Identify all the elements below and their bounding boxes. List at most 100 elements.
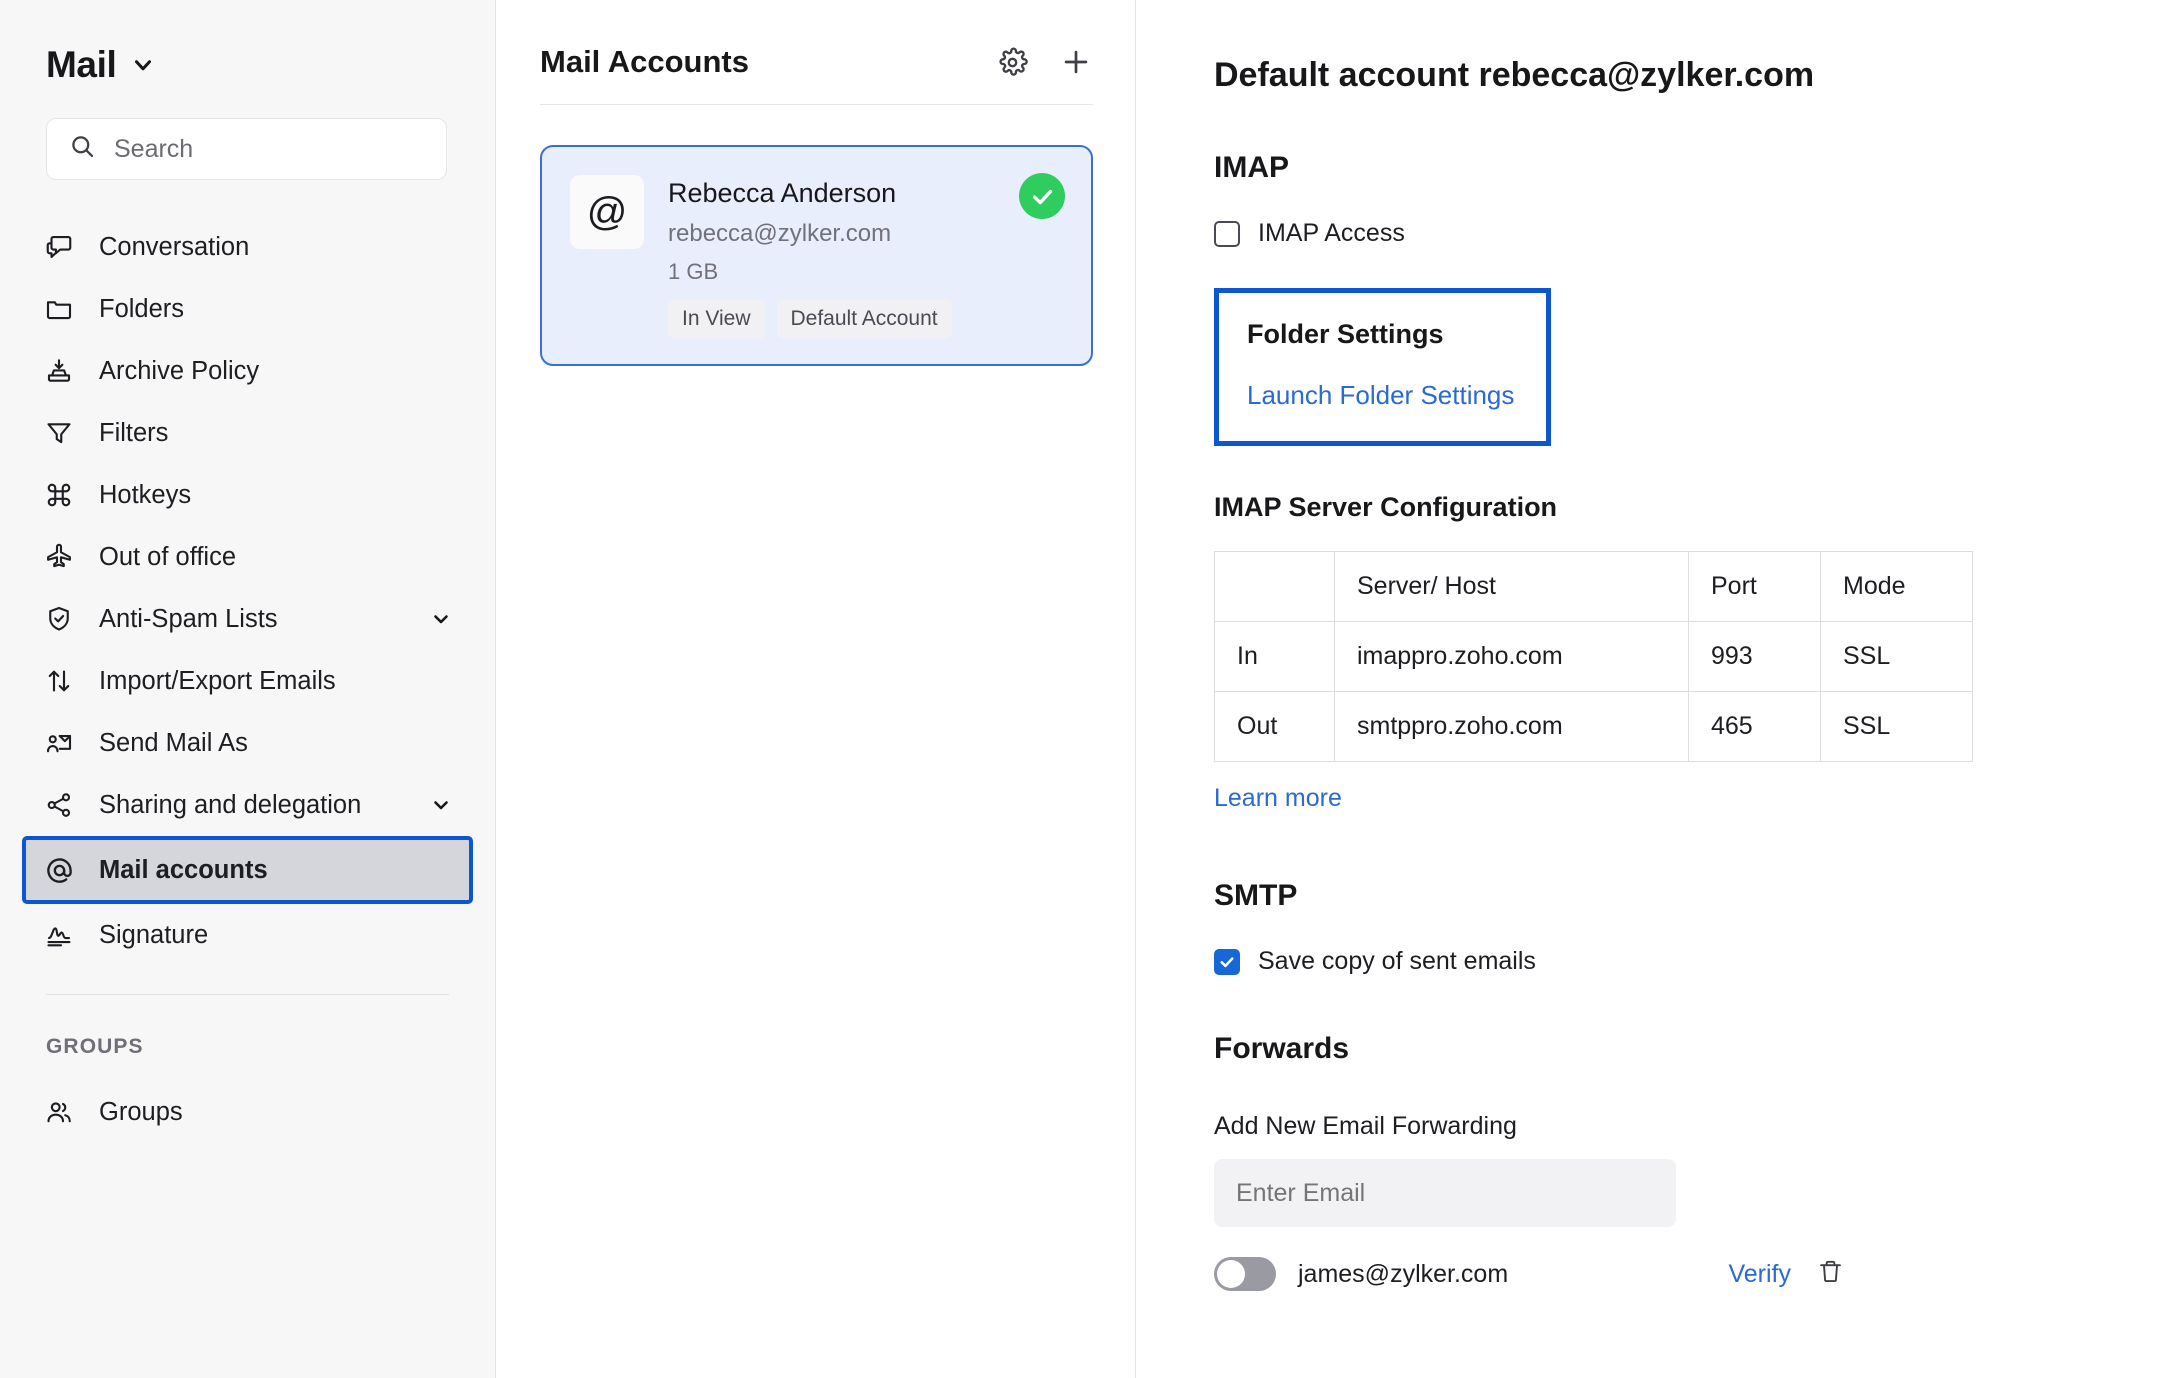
verify-link[interactable]: Verify <box>1728 1260 1791 1289</box>
folder-icon <box>44 294 82 324</box>
sidebar-item-label: Conversation <box>99 232 250 261</box>
save-copy-row[interactable]: Save copy of sent emails <box>1214 947 2126 976</box>
cell-mode: SSL <box>1820 621 1973 692</box>
sidebar-item-label: Groups <box>99 1097 183 1126</box>
account-badges: In View Default Account <box>668 299 1065 338</box>
sidebar-nav-groups: Groups <box>0 1059 495 1143</box>
sidebar-item-label: Sharing and delegation <box>99 790 362 819</box>
at-sign-icon <box>44 855 82 886</box>
sidebar-item-sharing-and-delegation[interactable]: Sharing and delegation <box>22 774 473 836</box>
funnel-icon <box>44 418 82 448</box>
sidebar-item-send-mail-as[interactable]: Send Mail As <box>22 712 473 774</box>
save-copy-checkbox[interactable] <box>1214 948 1240 975</box>
sidebar-item-filters[interactable]: Filters <box>22 402 473 464</box>
column-header: Server/ Host <box>1334 551 1689 622</box>
account-name: Rebecca Anderson <box>668 178 897 208</box>
table-row: In imappro.zoho.com 993 SSL <box>1214 621 1973 692</box>
forwarding-actions: Verify <box>1728 1258 1844 1290</box>
folder-settings-title: Folder Settings <box>1247 319 1444 349</box>
sidebar-item-folders[interactable]: Folders <box>22 278 473 340</box>
check-circle-icon <box>1019 173 1065 219</box>
search-input[interactable]: Search <box>46 118 447 180</box>
sidebar-item-mail-accounts[interactable]: Mail accounts <box>22 836 473 904</box>
sidebar-item-signature[interactable]: Signature <box>22 904 473 966</box>
forwarding-address: james@zylker.com <box>1298 1259 1509 1288</box>
folder-settings-box: Folder Settings Launch Folder Settings <box>1214 288 1552 446</box>
forwarding-toggle[interactable] <box>1214 1257 1276 1291</box>
imap-access-row[interactable]: IMAP Access <box>1214 219 2126 248</box>
account-details: Rebecca Anderson rebecca@zylker.com 1 GB… <box>668 175 1065 338</box>
panel-divider <box>540 104 1093 105</box>
cell-port: 465 <box>1688 691 1821 762</box>
people-icon <box>44 1097 82 1127</box>
imap-access-checkbox[interactable] <box>1214 220 1240 247</box>
search-icon <box>69 133 96 165</box>
shield-check-icon <box>44 604 82 634</box>
status-badge: In View <box>668 299 765 338</box>
airplane-icon <box>44 542 82 572</box>
account-email: rebecca@zylker.com <box>668 219 892 247</box>
launch-folder-settings-link[interactable]: Launch Folder Settings <box>1247 380 1514 411</box>
sidebar-item-archive-policy[interactable]: Archive Policy <box>22 340 473 402</box>
sidebar-item-label: Signature <box>99 920 209 949</box>
sidebar-section-groups-header: GROUPS <box>46 1035 144 1058</box>
sidebar-item-label: Anti-Spam Lists <box>99 604 278 633</box>
panel-actions <box>996 45 1093 79</box>
person-envelope-icon <box>44 728 82 758</box>
save-copy-label: Save copy of sent emails <box>1258 947 1536 975</box>
archive-inbox-icon <box>44 356 82 386</box>
sidebar-item-out-of-office[interactable]: Out of office <box>22 526 473 588</box>
account-settings-panel: Default account rebecca@zylker.com IMAP … <box>1136 0 2182 1378</box>
share-nodes-icon <box>44 790 82 820</box>
sidebar-item-label: Folders <box>99 294 185 323</box>
sidebar-item-label: Out of office <box>99 542 237 571</box>
column-header <box>1214 551 1335 622</box>
chevron-down-icon[interactable] <box>429 607 453 631</box>
cell-direction: In <box>1214 621 1335 692</box>
sidebar: Mail Search Conversation Folders Archive… <box>0 0 496 1378</box>
chevron-down-icon[interactable] <box>429 793 453 817</box>
imap-access-label: IMAP Access <box>1258 219 1405 247</box>
imap-section-heading: IMAP <box>1214 151 1289 184</box>
forwarding-email-input[interactable] <box>1214 1159 1676 1227</box>
column-header: Mode <box>1820 551 1973 622</box>
sidebar-item-label: Filters <box>99 418 169 447</box>
column-header: Port <box>1688 551 1821 622</box>
sidebar-item-label: Import/Export Emails <box>99 666 336 695</box>
learn-more-link[interactable]: Learn more <box>1214 784 2126 813</box>
cell-host: imappro.zoho.com <box>1334 621 1689 692</box>
sidebar-item-groups[interactable]: Groups <box>22 1081 473 1143</box>
plus-icon[interactable] <box>1059 45 1093 79</box>
sidebar-item-label: Send Mail As <box>99 728 248 757</box>
mail-accounts-header: Mail Accounts <box>496 0 1135 80</box>
sidebar-item-label: Mail accounts <box>99 855 268 884</box>
sidebar-item-import-export-emails[interactable]: Import/Export Emails <box>22 650 473 712</box>
mail-accounts-panel: Mail Accounts @ Rebecca Anderson rebecca… <box>496 0 1136 1378</box>
search-container: Search <box>0 86 495 180</box>
table-header-row: Server/ Host Port Mode <box>1214 551 1973 622</box>
add-forwarding-label: Add New Email Forwarding <box>1214 1112 1517 1140</box>
sidebar-item-hotkeys[interactable]: Hotkeys <box>22 464 473 526</box>
cell-direction: Out <box>1214 691 1335 762</box>
account-storage: 1 GB <box>668 258 719 284</box>
command-key-icon <box>44 480 82 510</box>
trash-icon[interactable] <box>1817 1258 1844 1290</box>
arrows-up-down-icon <box>44 666 82 696</box>
app-root: Mail Search Conversation Folders Archive… <box>0 0 2182 1378</box>
status-badge: Default Account <box>776 299 952 338</box>
gear-icon[interactable] <box>996 46 1029 79</box>
imap-server-config-heading: IMAP Server Configuration <box>1214 492 1558 522</box>
cell-mode: SSL <box>1820 691 1973 762</box>
account-card[interactable]: @ Rebecca Anderson rebecca@zylker.com 1 … <box>540 145 1093 366</box>
signature-pen-icon <box>44 920 82 950</box>
chat-bubble-icon <box>44 232 82 262</box>
panel-title: Mail Accounts <box>540 44 749 79</box>
forwards-section-heading: Forwards <box>1214 1032 1350 1065</box>
cell-host: smtppro.zoho.com <box>1334 691 1689 762</box>
chevron-down-icon[interactable] <box>130 52 156 78</box>
app-title: Mail <box>46 44 117 85</box>
sidebar-header[interactable]: Mail <box>0 0 495 86</box>
sidebar-item-label: Hotkeys <box>99 480 192 509</box>
sidebar-item-anti-spam-lists[interactable]: Anti-Spam Lists <box>22 588 473 650</box>
sidebar-item-conversation[interactable]: Conversation <box>22 216 473 278</box>
